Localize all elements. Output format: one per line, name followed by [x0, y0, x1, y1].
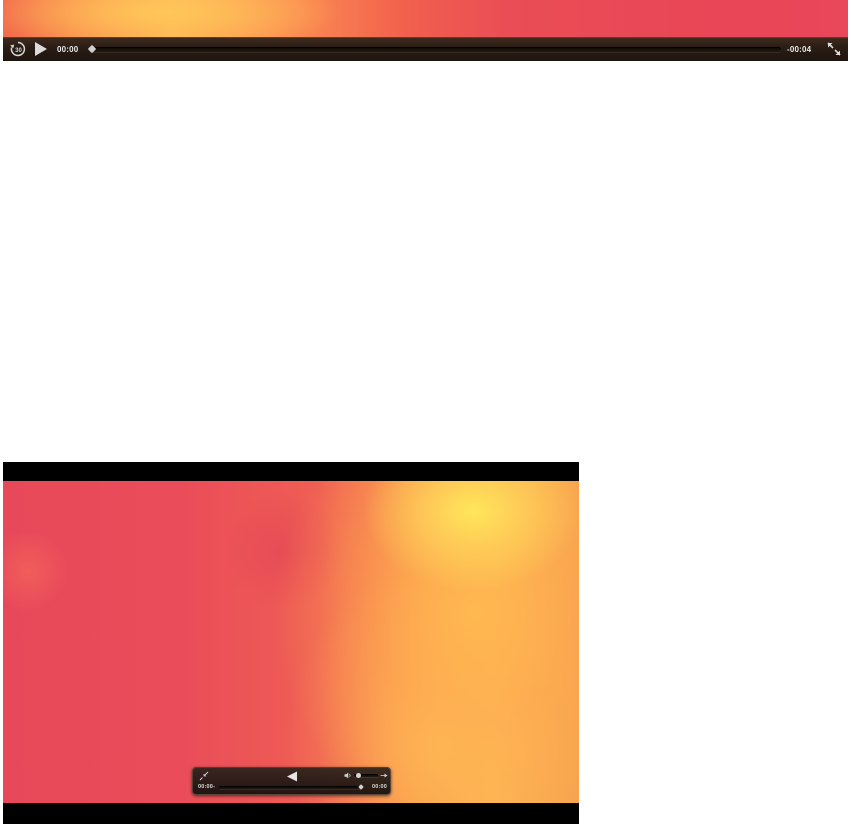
progress-scrubber[interactable]	[219, 784, 364, 790]
player-control-bar: 30 00:00 -00:04	[3, 37, 848, 61]
floating-control-hud[interactable]: 00:00- 00:00	[192, 767, 391, 795]
video-frame[interactable]	[3, 0, 848, 39]
remaining-time: -00:04	[787, 45, 812, 54]
scrubber-thumb[interactable]	[358, 784, 364, 790]
inline-video-player[interactable]: 30 00:00 -00:04	[3, 0, 848, 61]
exit-fullscreen-icon[interactable]	[199, 771, 209, 781]
play-icon[interactable]	[33, 40, 49, 58]
scrubber-thumb[interactable]	[87, 44, 97, 54]
expand-arrow-icon[interactable]	[380, 772, 388, 779]
volume-knob[interactable]	[356, 772, 361, 778]
current-time: 00:00-	[198, 784, 216, 790]
fullscreen-video-player[interactable]: 00:00- 00:00	[3, 462, 579, 824]
skip-back-label: 30	[15, 48, 22, 54]
video-frame[interactable]	[3, 481, 579, 803]
current-time: 00:00	[57, 45, 79, 54]
volume-slider[interactable]	[354, 772, 378, 778]
progress-scrubber[interactable]	[87, 44, 781, 54]
volume-icon[interactable]	[344, 772, 352, 779]
skip-back-30-icon[interactable]: 30	[9, 40, 27, 58]
duration: 00:00	[372, 784, 388, 790]
enter-fullscreen-icon[interactable]	[826, 41, 842, 57]
play-icon[interactable]	[286, 771, 298, 782]
